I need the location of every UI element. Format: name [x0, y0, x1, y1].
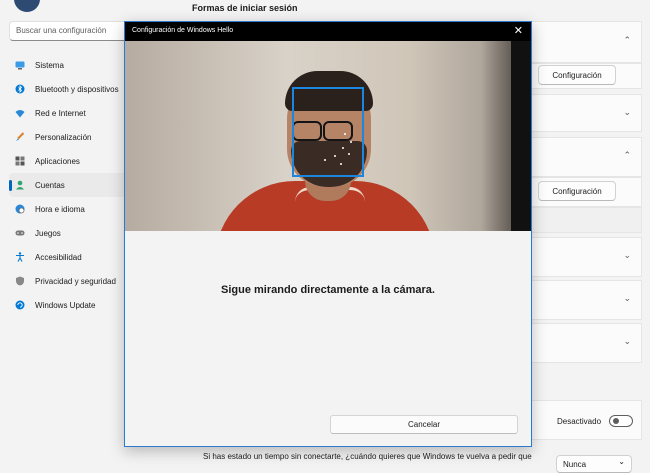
sidebar-item-label: Juegos: [35, 228, 61, 238]
config-button[interactable]: Configuración: [538, 181, 616, 201]
dialog-title: Configuración de Windows Hello: [132, 27, 234, 34]
settings-card[interactable]: ⌄: [522, 94, 642, 132]
chevron-down-icon: ⌄: [623, 336, 631, 346]
sidebar-item-juegos[interactable]: Juegos: [9, 221, 131, 245]
sidebar-item-label: Privacidad y seguridad: [35, 276, 116, 286]
sidebar-item-sistema[interactable]: Sistema: [9, 53, 131, 77]
sidebar-item-label: Red e Internet: [35, 108, 86, 118]
sidebar-item-label: Bluetooth y dispositivos: [35, 84, 119, 94]
sidebar-item-label: Windows Update: [35, 300, 96, 310]
chevron-up-icon: ⌃: [623, 150, 631, 160]
sidebar-item-personalizacion[interactable]: Personalización: [9, 125, 131, 149]
chevron-down-icon: ⌄: [623, 293, 631, 303]
chevron-up-icon: ⌃: [623, 35, 631, 45]
accessibility-icon: [15, 252, 25, 262]
person-icon: [15, 180, 25, 190]
settings-card[interactable]: ⌃: [522, 21, 642, 63]
search-input[interactable]: Buscar una configuración: [9, 21, 131, 41]
page-title: Formas de iniciar sesión: [192, 3, 298, 13]
dialog-titlebar: Configuración de Windows Hello ✕: [125, 22, 531, 41]
toggle-state-label: Desactivado: [557, 417, 602, 426]
shield-icon: [15, 276, 25, 286]
sidebar-item-privacidad[interactable]: Privacidad y seguridad: [9, 269, 131, 293]
gamepad-icon: [15, 228, 25, 238]
toggle-switch[interactable]: [609, 415, 633, 427]
cancel-button[interactable]: Cancelar: [330, 415, 518, 434]
chevron-down-icon: ⌄: [623, 107, 631, 117]
sidebar-item-bluetooth[interactable]: Bluetooth y dispositivos: [9, 77, 131, 101]
bluetooth-icon: [15, 84, 25, 94]
sidebar-item-label: Hora e idioma: [35, 204, 85, 214]
face-detection-frame: [292, 87, 364, 177]
sidebar-item-red[interactable]: Red e Internet: [9, 101, 131, 125]
settings-card[interactable]: ⌃: [522, 137, 642, 177]
sidebar-item-hora[interactable]: Hora e idioma: [9, 197, 131, 221]
config-button[interactable]: Configuración: [538, 65, 616, 85]
update-icon: [15, 300, 25, 310]
sidebar-nav: Sistema Bluetooth y dispositivos Red e I…: [9, 53, 131, 317]
sidebar-item-cuentas[interactable]: Cuentas: [9, 173, 131, 197]
setting-description: Si has estado un tiempo sin conectarte, …: [203, 452, 532, 461]
close-icon[interactable]: ✕: [514, 24, 523, 38]
dropdown-select[interactable]: Nunca ⌄: [556, 455, 632, 473]
windows-hello-dialog: Configuración de Windows Hello ✕ Sigue m…: [124, 21, 532, 447]
dropdown-value: Nunca: [563, 459, 587, 469]
dialog-message: Sigue mirando directamente a la cámara.: [221, 284, 435, 296]
settings-card[interactable]: ⌄: [522, 280, 642, 320]
settings-card[interactable]: ⌄: [522, 237, 642, 277]
sidebar-item-label: Personalización: [35, 132, 92, 142]
brush-icon: [15, 132, 25, 142]
sidebar-item-windows-update[interactable]: Windows Update: [9, 293, 131, 317]
wifi-icon: [15, 108, 25, 118]
chevron-down-icon: ⌄: [623, 250, 631, 260]
camera-preview: [125, 41, 531, 231]
globe-clock-icon: [15, 204, 25, 214]
avatar: [14, 0, 40, 12]
sidebar-item-label: Accesibilidad: [35, 252, 82, 262]
sidebar-item-aplicaciones[interactable]: Aplicaciones: [9, 149, 131, 173]
apps-icon: [15, 156, 25, 166]
sidebar-item-label: Aplicaciones: [35, 156, 80, 166]
sidebar-item-label: Sistema: [35, 60, 64, 70]
settings-card-footer: [522, 207, 642, 233]
settings-card[interactable]: ⌄: [522, 323, 642, 363]
sidebar-item-label: Cuentas: [35, 180, 65, 190]
sidebar-item-accesibilidad[interactable]: Accesibilidad: [9, 245, 131, 269]
monitor-icon: [15, 60, 25, 70]
